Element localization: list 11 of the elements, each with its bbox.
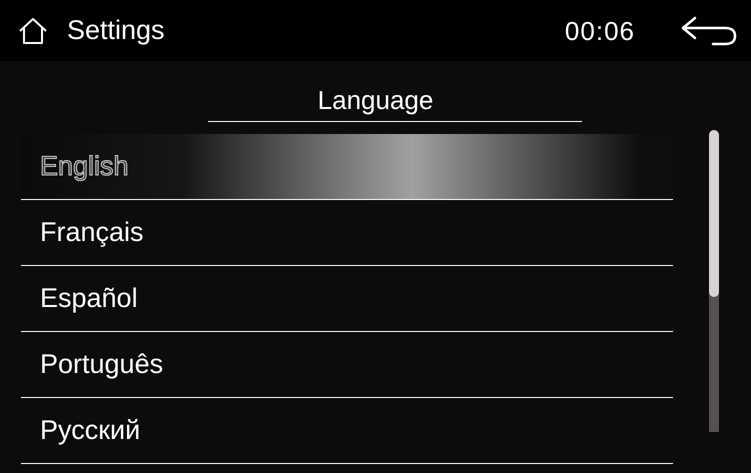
language-item[interactable]: English [21,134,673,200]
back-icon[interactable] [681,14,737,46]
scrollbar-thumb[interactable] [709,130,719,297]
section-title: Language [318,87,434,113]
language-item[interactable]: Português [21,332,673,398]
language-item[interactable]: Español [21,266,673,332]
home-icon[interactable] [18,16,48,44]
language-item[interactable]: Русский [21,398,673,464]
clock-time: 00:06 [564,18,635,44]
screen-title: Settings [67,17,165,44]
language-item[interactable]: Français [21,200,673,266]
